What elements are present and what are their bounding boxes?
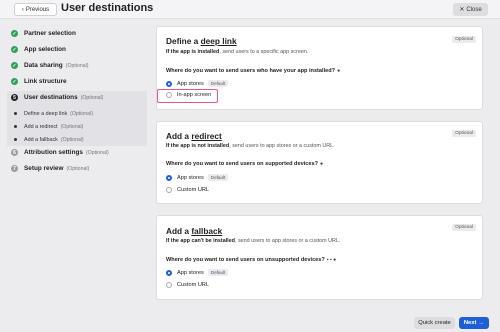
question-label: Where do you want to send users on suppo…: [166, 161, 324, 167]
step-data-sharing[interactable]: ✓ Data sharing (Optional): [11, 59, 147, 72]
substep-add-redirect[interactable]: Add a redirect (Optional): [11, 120, 147, 133]
previous-button[interactable]: ‹ Previous: [14, 3, 57, 16]
radio-custom-url[interactable]: Custom URL: [166, 187, 209, 193]
optional-badge: Optional: [452, 130, 476, 137]
optional-badge: Optional: [452, 224, 476, 231]
active-step-group: 5 User destinations (Optional) Define a …: [7, 91, 147, 146]
step-label: App selection: [24, 46, 66, 53]
redirect-term-link[interactable]: redirect: [191, 131, 221, 141]
apple-icon: ●: [320, 161, 324, 167]
fallback-card: Add a fallback Optional If the app can't…: [156, 215, 483, 300]
optional-label: (Optional): [66, 165, 90, 172]
radio-app-stores[interactable]: App stores Default: [166, 80, 229, 87]
question-label: Where do you want to send users who have…: [166, 68, 341, 74]
close-button[interactable]: ✕ Close: [453, 3, 488, 16]
radio-unselected-icon: [166, 187, 172, 193]
optional-label: (Optional): [60, 123, 84, 130]
substep-label: Add a fallback: [24, 136, 58, 143]
default-tag: Default: [207, 80, 229, 87]
check-circle-icon: ✓: [11, 30, 18, 37]
bullet-icon: [14, 138, 17, 141]
radio-selected-icon: [166, 269, 172, 276]
card-description: If the app is not installed, send users …: [166, 143, 335, 149]
radio-unselected-icon: [166, 282, 172, 288]
radio-selected-icon: [166, 80, 172, 87]
redirect-card: Add a redirect Optional If the app is no…: [156, 121, 483, 204]
card-description: If the app is installed, send users to a…: [166, 49, 309, 55]
optional-label: (Optional): [65, 62, 89, 69]
card-title: Add a fallback: [166, 226, 223, 236]
fallback-term-link[interactable]: fallback: [191, 226, 222, 236]
step-label: Data sharing: [24, 62, 63, 69]
previous-label: Previous: [25, 6, 50, 13]
device-icons: ▪ ▪ ●: [326, 257, 337, 263]
radio-app-stores[interactable]: App stores Default: [166, 174, 229, 181]
step-label: Partner selection: [24, 30, 76, 37]
substep-label: Define a deep link: [24, 110, 68, 117]
step-setup-review[interactable]: 7 Setup review (Optional): [11, 162, 147, 175]
setup-stepper: ✓ Partner selection ✓ App selection ✓ Da…: [7, 27, 147, 178]
step-user-destinations[interactable]: 5 User destinations (Optional): [11, 91, 147, 104]
bullet-icon: [14, 125, 17, 128]
step-label: Setup review: [24, 165, 64, 172]
check-circle-icon: ✓: [11, 62, 18, 69]
page-title: User destinations: [61, 2, 154, 14]
optional-label: (Optional): [80, 94, 104, 101]
step-label: Link structure: [24, 78, 67, 85]
step-label: Attribution settings: [24, 149, 83, 156]
question-label: Where do you want to send users on unsup…: [166, 257, 337, 263]
radio-custom-url[interactable]: Custom URL: [166, 282, 209, 288]
in-app-screen-highlight: [157, 89, 218, 103]
step-app-selection[interactable]: ✓ App selection: [11, 43, 147, 56]
apple-icon: ●: [337, 68, 341, 74]
substep-define-deep-link[interactable]: Define a deep link (Optional): [11, 107, 147, 120]
chevron-left-icon: ‹: [21, 6, 24, 13]
optional-label: (Optional): [85, 149, 109, 156]
step-label: User destinations: [24, 94, 78, 101]
check-circle-icon: ✓: [11, 46, 18, 53]
substep-add-fallback[interactable]: Add a fallback (Optional): [11, 133, 147, 146]
quick-create-button[interactable]: Quick create: [414, 317, 455, 329]
step-partner-selection[interactable]: ✓ Partner selection: [11, 27, 147, 40]
card-title: Define a deep link: [166, 36, 237, 46]
close-label: Close: [466, 6, 482, 13]
step-number-badge: 7: [11, 165, 18, 172]
optional-label: (Optional): [70, 110, 93, 117]
optional-badge: Optional: [452, 36, 476, 43]
radio-selected-icon: [166, 174, 172, 181]
step-number-badge: 5: [11, 94, 18, 101]
next-label: Next: [463, 320, 477, 326]
card-title: Add a redirect: [166, 131, 222, 141]
optional-label: (Optional): [60, 136, 84, 143]
radio-app-stores[interactable]: App stores Default: [166, 269, 229, 276]
bullet-icon: [14, 112, 17, 115]
step-number-badge: 6: [11, 149, 18, 156]
check-circle-icon: ✓: [11, 78, 18, 85]
default-tag: Default: [207, 269, 229, 276]
next-button[interactable]: Next →: [459, 317, 489, 329]
substep-label: Add a redirect: [24, 123, 58, 130]
default-tag: Default: [207, 174, 229, 181]
deep-link-term-link[interactable]: deep link: [201, 36, 237, 46]
card-description: If the app can't be installed, send user…: [166, 238, 341, 244]
step-attribution-settings[interactable]: 6 Attribution settings (Optional): [11, 146, 147, 159]
top-bar: ‹ Previous User destinations ✕ Close: [0, 0, 500, 19]
step-link-structure[interactable]: ✓ Link structure: [11, 75, 147, 88]
close-icon: ✕: [459, 7, 465, 13]
arrow-right-icon: →: [478, 320, 485, 326]
